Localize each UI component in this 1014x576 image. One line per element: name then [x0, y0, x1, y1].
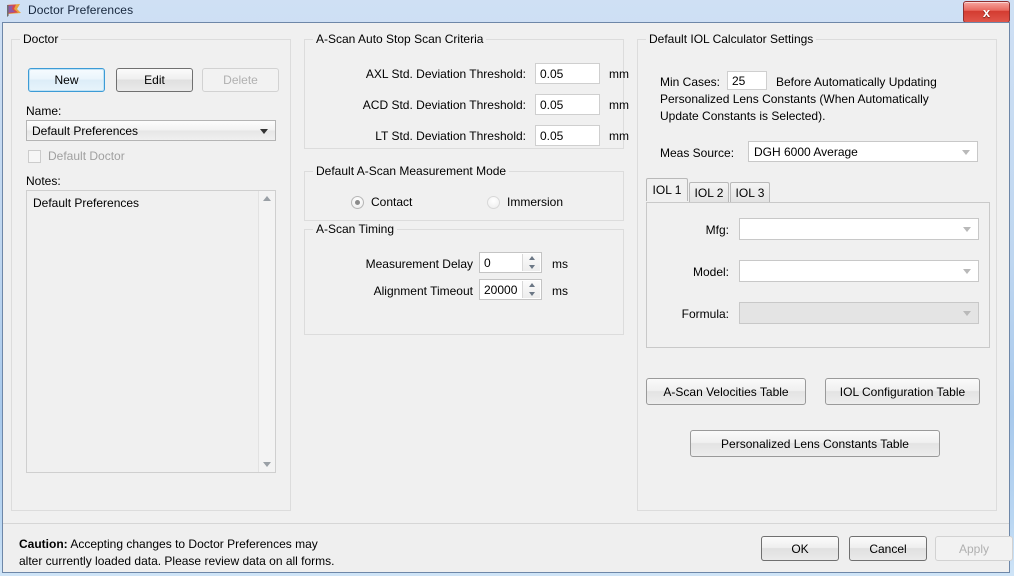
notes-text: Default Preferences — [33, 196, 140, 210]
measurement-mode-legend: Default A-Scan Measurement Mode — [313, 164, 510, 178]
meas-source-label: Meas Source: — [660, 146, 735, 160]
chevron-down-icon — [963, 227, 971, 232]
iol-configuration-table-button[interactable]: IOL Configuration Table — [825, 378, 980, 405]
min-cases-input[interactable]: 25 — [727, 71, 767, 90]
acd-threshold-unit: mm — [609, 98, 629, 112]
model-combobox[interactable] — [739, 260, 979, 282]
title-bar: Doctor Preferences x — [0, 0, 1014, 23]
meas-source-value: DGH 6000 Average — [754, 144, 858, 159]
min-cases-desc-line2: Personalized Lens Constants (When Automa… — [660, 92, 929, 106]
iol-tabstrip: IOL 1 IOL 2 IOL 3 — [646, 178, 990, 204]
min-cases-desc-line3: Update Constants is Selected). — [660, 109, 826, 123]
edit-button[interactable]: Edit — [116, 68, 193, 92]
caution-line-2: alter currently loaded data. Please revi… — [19, 554, 335, 568]
lt-threshold-unit: mm — [609, 129, 629, 143]
caution-line-1: Caution: Accepting changes to Doctor Pre… — [19, 536, 318, 553]
iol-tab-panel: Mfg: Model: Formula: — [646, 202, 990, 348]
application-window: Doctor Preferences x Doctor New Edit Del… — [0, 0, 1014, 576]
close-button[interactable]: x — [963, 1, 1010, 23]
window-title: Doctor Preferences — [28, 3, 134, 17]
chevron-down-icon — [963, 269, 971, 274]
notes-scrollbar[interactable] — [258, 191, 275, 472]
alignment-timeout-unit: ms — [552, 284, 568, 298]
tab-iol-1[interactable]: IOL 1 — [646, 178, 688, 201]
cancel-button[interactable]: Cancel — [849, 536, 927, 561]
immersion-label: Immersion — [507, 195, 564, 209]
name-combobox-value: Default Preferences — [32, 123, 139, 138]
acd-threshold-input[interactable]: 0.05 — [535, 94, 600, 115]
acd-threshold-label: ACD Std. Deviation Threshold: — [362, 98, 526, 112]
timing-group: A-Scan Timing Measurement Delay 0 ms Ali… — [304, 222, 624, 335]
measurement-mode-group: Default A-Scan Measurement Mode Contact … — [304, 164, 624, 221]
min-cases-desc-line1: Before Automatically Updating — [776, 75, 937, 89]
chevron-down-icon — [260, 128, 268, 134]
alignment-timeout-label: Alignment Timeout — [373, 284, 473, 298]
doctor-group: Doctor New Edit Delete Name: Default Pre… — [11, 32, 291, 511]
delete-button: Delete — [202, 68, 279, 92]
apply-button: Apply — [935, 536, 1013, 561]
doctor-group-legend: Doctor — [20, 32, 62, 46]
tab-iol-2[interactable]: IOL 2 — [689, 182, 729, 203]
alignment-timeout-stepper[interactable]: 20000 — [479, 279, 542, 300]
measurement-delay-label: Measurement Delay — [365, 257, 473, 271]
axl-threshold-unit: mm — [609, 67, 629, 81]
new-button[interactable]: New — [28, 68, 105, 92]
default-doctor-checkbox — [28, 150, 41, 163]
chevron-down-icon — [963, 311, 971, 316]
auto-stop-group: A-Scan Auto Stop Scan Criteria AXL Std. … — [304, 32, 629, 149]
dialog-client-area: Doctor New Edit Delete Name: Default Pre… — [2, 22, 1013, 573]
auto-stop-legend: A-Scan Auto Stop Scan Criteria — [313, 32, 487, 46]
spin-down-icon[interactable] — [523, 290, 540, 299]
footer-bar: Caution: Accepting changes to Doctor Pre… — [3, 524, 1013, 572]
tab-iol-3[interactable]: IOL 3 — [730, 182, 770, 203]
caution-text-1: Accepting changes to Doctor Preferences … — [67, 537, 318, 551]
name-label: Name: — [26, 104, 62, 118]
timing-legend: A-Scan Timing — [313, 222, 398, 236]
min-cases-label: Min Cases: — [660, 75, 721, 89]
notes-textarea[interactable]: Default Preferences — [26, 190, 276, 473]
model-label: Model: — [692, 265, 729, 279]
meas-source-combobox[interactable]: DGH 6000 Average — [748, 141, 978, 162]
scroll-down-icon[interactable] — [259, 456, 275, 472]
mfg-combobox[interactable] — [739, 218, 979, 240]
chevron-down-icon — [962, 149, 970, 155]
axl-threshold-input[interactable]: 0.05 — [535, 63, 600, 84]
measurement-delay-spin-buttons[interactable] — [522, 254, 540, 271]
measurement-delay-stepper[interactable]: 0 — [479, 252, 542, 273]
iol-calculator-group: Default IOL Calculator Settings Min Case… — [637, 32, 997, 511]
caution-bold-label: Caution: — [19, 537, 68, 551]
alignment-timeout-spin-buttons[interactable] — [522, 281, 540, 298]
notes-label: Notes: — [26, 174, 61, 188]
spin-down-icon[interactable] — [523, 263, 540, 272]
name-combobox[interactable]: Default Preferences — [26, 120, 276, 141]
iol-calculator-legend: Default IOL Calculator Settings — [646, 32, 817, 46]
spin-up-icon[interactable] — [523, 254, 540, 263]
mfg-label: Mfg: — [705, 223, 729, 237]
default-doctor-label: Default Doctor — [48, 149, 125, 163]
formula-label: Formula: — [681, 307, 729, 321]
close-icon: x — [982, 4, 991, 20]
lt-threshold-label: LT Std. Deviation Threshold: — [375, 129, 526, 143]
lt-threshold-input[interactable]: 0.05 — [535, 125, 600, 146]
a-scan-velocities-table-button[interactable]: A-Scan Velocities Table — [646, 378, 806, 405]
measurement-delay-unit: ms — [552, 257, 568, 271]
contact-label: Contact — [371, 195, 413, 209]
contact-radio[interactable] — [351, 196, 364, 209]
scroll-up-icon[interactable] — [259, 191, 275, 207]
immersion-radio[interactable] — [487, 196, 500, 209]
axl-threshold-label: AXL Std. Deviation Threshold: — [365, 67, 526, 81]
personalized-lens-constants-table-button[interactable]: Personalized Lens Constants Table — [690, 430, 940, 457]
flag-icon — [7, 4, 21, 17]
measurement-delay-value: 0 — [484, 255, 491, 270]
formula-combobox[interactable] — [739, 302, 979, 324]
ok-button[interactable]: OK — [761, 536, 839, 561]
spin-up-icon[interactable] — [523, 281, 540, 290]
alignment-timeout-value: 20000 — [484, 282, 518, 297]
